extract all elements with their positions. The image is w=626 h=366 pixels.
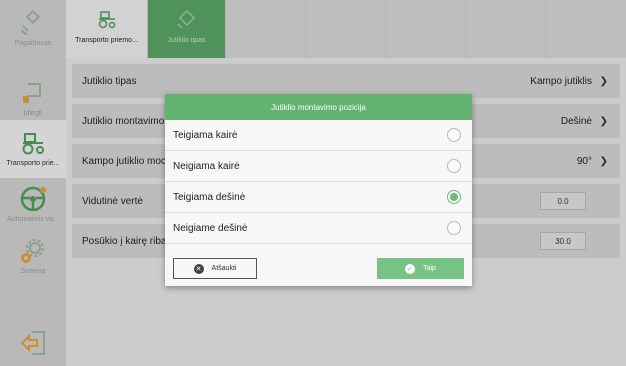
option-negative-right[interactable]: Neigiame dešinė — [165, 213, 472, 244]
option-negative-left[interactable]: Neigiama kairė — [165, 151, 472, 182]
option-label: Neigiama kairė — [173, 160, 240, 172]
ok-label: Taip — [423, 265, 436, 272]
option-label: Teigiama kairė — [173, 129, 238, 141]
option-positive-right[interactable]: Teigiama dešinė — [165, 182, 472, 213]
cancel-label: Atšaukti — [211, 265, 237, 272]
cancel-button[interactable]: ✕ Atšaukti — [173, 258, 257, 279]
radio-button-selected[interactable] — [447, 190, 461, 204]
check-icon: ✓ — [405, 263, 416, 274]
option-label: Teigiama dešinė — [173, 191, 246, 203]
close-icon: ✕ — [193, 263, 204, 274]
dialog-title: Jutiklio montavimo pozicija — [165, 94, 472, 120]
option-positive-left[interactable]: Teigiama kairė — [165, 120, 472, 151]
ok-button[interactable]: ✓ Taip — [377, 258, 464, 279]
mounting-position-dialog: Jutiklio montavimo pozicija Teigiama kai… — [165, 94, 472, 286]
option-label: Neigiame dešinė — [173, 222, 248, 234]
radio-button[interactable] — [447, 221, 461, 235]
radio-button[interactable] — [447, 128, 461, 142]
radio-button[interactable] — [447, 159, 461, 173]
